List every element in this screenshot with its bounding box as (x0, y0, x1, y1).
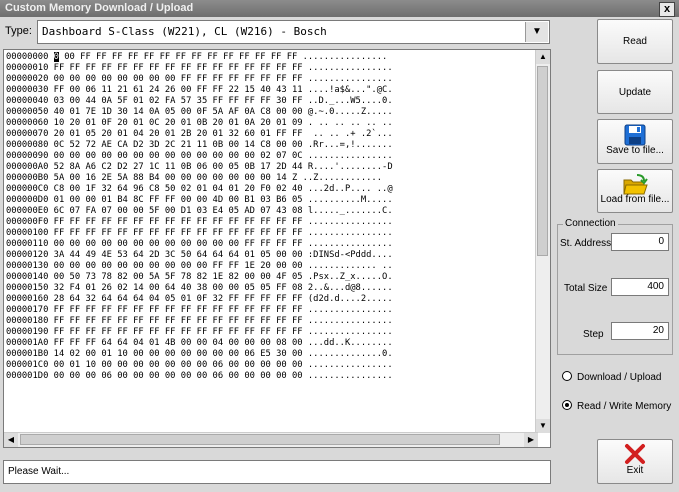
save-to-file-button[interactable]: Save to file... (597, 119, 673, 164)
hex-line[interactable]: 00000070 20 01 05 20 01 04 20 01 2B 20 0… (6, 129, 393, 140)
hex-line[interactable]: 00000130 00 00 00 00 00 00 00 00 00 00 F… (6, 261, 393, 272)
update-button-label: Update (618, 87, 652, 98)
hex-line[interactable]: 00000040 03 00 44 0A 5F 01 02 FA 57 35 F… (6, 96, 393, 107)
hex-line[interactable]: 00000120 3A 44 49 4E 53 64 2D 3C 50 64 6… (6, 250, 393, 261)
start-address-label: St. Address (560, 238, 612, 249)
connection-group: Connection St. Address 0 Total Size 400 … (557, 218, 673, 355)
scroll-down-arrow-icon[interactable]: ▼ (536, 419, 550, 433)
hex-line[interactable]: 00000010 FF FF FF FF FF FF FF FF FF FF F… (6, 63, 393, 74)
start-address-field[interactable]: 0 (611, 233, 669, 251)
horizontal-scroll-thumb[interactable] (20, 434, 500, 445)
hex-line[interactable]: 000000C0 C8 00 1F 32 64 96 C8 50 02 01 0… (6, 184, 393, 195)
hex-line[interactable]: 00000000 0 00 FF FF FF FF FF FF FF FF FF… (6, 52, 393, 63)
radio-download-upload-dot[interactable] (562, 371, 572, 381)
vertical-scrollbar[interactable]: ▲ ▼ (535, 50, 550, 433)
dropdown-arrow-icon[interactable]: ▼ (525, 22, 548, 42)
hex-line[interactable]: 00000190 FF FF FF FF FF FF FF FF FF FF F… (6, 327, 393, 338)
hex-line[interactable]: 000000A0 52 8A A6 C2 D2 27 1C 11 0B 06 0… (6, 162, 393, 173)
window-title: Custom Memory Download / Upload (5, 2, 194, 14)
read-button-label: Read (623, 36, 647, 47)
hex-line[interactable]: 000001C0 00 01 10 00 00 00 00 00 00 00 0… (6, 360, 393, 371)
radio-read-write-memory-dot[interactable] (562, 400, 572, 410)
hex-line[interactable]: 000000B0 5A 00 16 2E 5A 88 B4 00 00 00 0… (6, 173, 393, 184)
close-button[interactable]: x (659, 2, 675, 17)
step-field[interactable]: 20 (611, 322, 669, 340)
radio-download-upload[interactable]: Download / Upload (562, 371, 662, 383)
title-bar: Custom Memory Download / Upload x (0, 0, 679, 17)
hex-line[interactable]: 00000100 FF FF FF FF FF FF FF FF FF FF F… (6, 228, 393, 239)
total-size-field[interactable]: 400 (611, 278, 669, 296)
radio-download-upload-label: Download / Upload (577, 372, 662, 383)
hex-line[interactable]: 00000160 28 64 32 64 64 64 04 05 01 0F 3… (6, 294, 393, 305)
radio-read-write-memory[interactable]: Read / Write Memory (562, 400, 671, 412)
hex-line[interactable]: 00000020 00 00 00 00 00 00 00 00 FF FF F… (6, 74, 393, 85)
hex-line[interactable]: 00000180 FF FF FF FF FF FF FF FF FF FF F… (6, 316, 393, 327)
hex-line[interactable]: 000001D0 00 00 00 06 00 00 00 00 00 00 0… (6, 371, 393, 382)
scroll-right-arrow-icon[interactable]: ▶ (524, 433, 538, 447)
hex-line[interactable]: 00000030 FF 00 06 11 21 61 24 26 00 FF F… (6, 85, 393, 96)
step-label: Step (583, 329, 604, 340)
scroll-left-arrow-icon[interactable]: ◀ (4, 433, 18, 447)
type-label: Type: (5, 25, 32, 37)
hex-line[interactable]: 000001A0 FF FF FF 64 64 04 01 4B 00 00 0… (6, 338, 393, 349)
load-from-file-button[interactable]: Load from file... (597, 169, 673, 213)
radio-read-write-memory-label: Read / Write Memory (577, 401, 672, 412)
hex-line[interactable]: 00000150 32 F4 01 26 02 14 00 64 40 38 0… (6, 283, 393, 294)
update-button[interactable]: Update (597, 70, 673, 114)
hex-line[interactable]: 000000F0 FF FF FF FF FF FF FF FF FF FF F… (6, 217, 393, 228)
hex-line[interactable]: 00000060 10 20 01 0F 20 01 0C 20 01 0B 2… (6, 118, 393, 129)
hex-line[interactable]: 000001B0 14 02 00 01 10 00 00 00 00 00 0… (6, 349, 393, 360)
total-size-label: Total Size (564, 283, 608, 294)
hex-line[interactable]: 00000110 00 00 00 00 00 00 00 00 00 00 0… (6, 239, 393, 250)
hex-line[interactable]: 00000140 00 50 73 78 82 00 5A 5F 78 82 1… (6, 272, 393, 283)
connection-legend: Connection (563, 218, 618, 229)
hex-line[interactable]: 000000D0 01 00 00 01 B4 8C FF FF 00 00 4… (6, 195, 393, 206)
horizontal-scrollbar[interactable]: ◀ ▶ (4, 432, 538, 447)
hex-line[interactable]: 00000080 0C 52 72 AE CA D2 3D 2C 21 11 0… (6, 140, 393, 151)
hex-line[interactable]: 00000050 40 01 7E 1D 30 14 0A 05 00 0F 5… (6, 107, 393, 118)
status-bar: Please Wait... (3, 460, 551, 484)
hex-line[interactable]: 00000090 00 00 00 00 00 00 00 00 00 00 0… (6, 151, 393, 162)
exit-button[interactable]: Exit (597, 439, 673, 484)
scroll-up-arrow-icon[interactable]: ▲ (536, 50, 550, 64)
type-dropdown[interactable]: Dashboard S-Class (W221), CL (W216) - Bo… (37, 20, 550, 44)
text-caret: 0 (53, 52, 59, 62)
read-button[interactable]: Read (597, 19, 673, 64)
exit-button-label: Exit (626, 465, 644, 476)
status-text: Please Wait... (8, 466, 70, 477)
hex-line[interactable]: 000000E0 6C 07 FA 07 00 00 5F 00 D1 03 E… (6, 206, 393, 217)
save-to-file-label: Save to file... (606, 145, 664, 156)
hex-line[interactable]: 00000170 FF FF FF FF FF FF FF FF FF FF F… (6, 305, 393, 316)
vertical-scroll-thumb[interactable] (537, 66, 548, 256)
type-dropdown-value: Dashboard S-Class (W221), CL (W216) - Bo… (42, 25, 327, 38)
hex-editor[interactable]: 00000000 0 00 FF FF FF FF FF FF FF FF FF… (3, 49, 551, 448)
load-from-file-label: Load from file... (600, 194, 670, 205)
hex-lines[interactable]: 00000000 0 00 FF FF FF FF FF FF FF FF FF… (6, 52, 393, 382)
